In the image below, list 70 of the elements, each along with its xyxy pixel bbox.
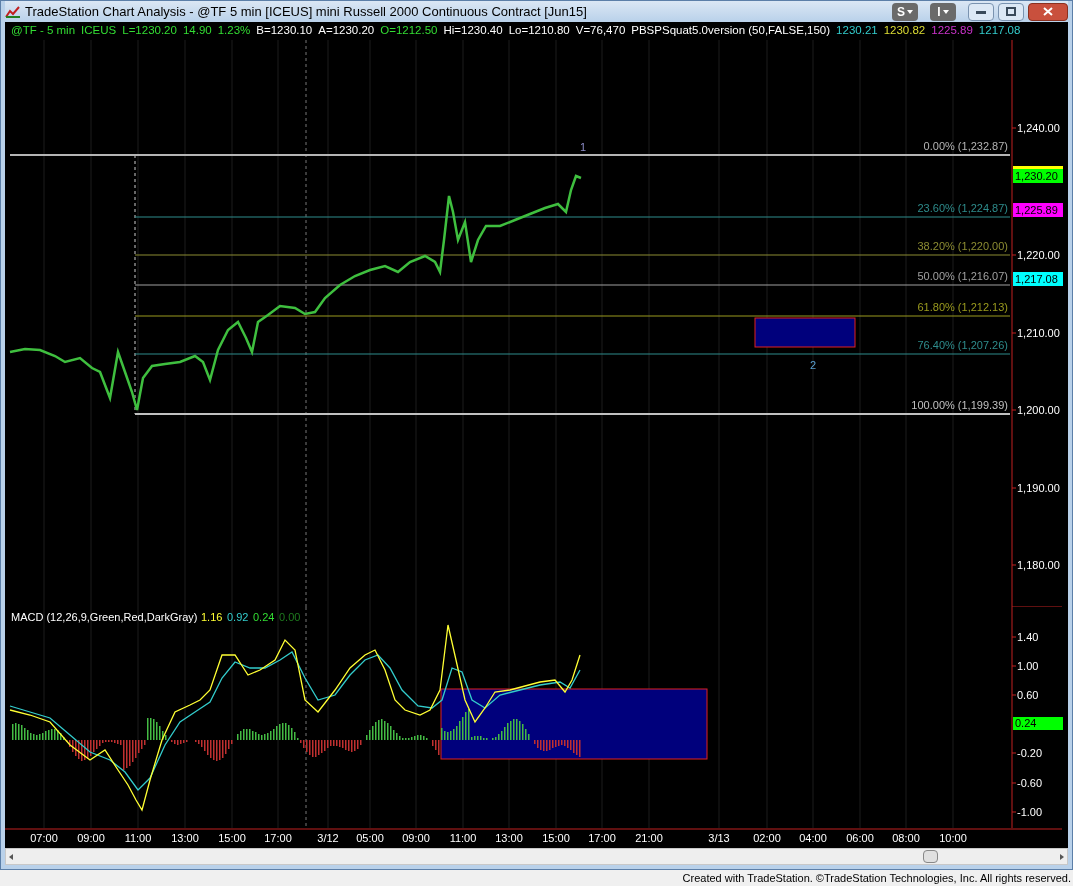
fibonacci-label: 50.00% (1,216.07)	[917, 270, 1008, 282]
wave-label: 2	[809, 359, 817, 371]
time-axis-label: 08:00	[892, 832, 920, 844]
time-axis-label: 3/13	[708, 832, 730, 844]
time-axis-label: 15:00	[218, 832, 246, 844]
quote-field: V=76,470	[575, 22, 626, 40]
time-axis-label: 21:00	[635, 832, 663, 844]
dropdown-menu-button[interactable]: S	[892, 2, 918, 21]
quote-field: PBSPSquat5.0version (50,FALSE,150)	[631, 22, 831, 40]
time-axis-label: 3/12	[317, 832, 339, 844]
indicator-value: 0.24	[253, 611, 275, 623]
copyright-footer: Created with TradeStation. ©TradeStation Technologies, Inc. All rights reserved.	[682, 870, 1071, 886]
dropdown-menu-button[interactable]: I	[930, 2, 956, 21]
time-axis-label: 09:00	[77, 832, 105, 844]
quote-field: 1225.89	[931, 22, 973, 40]
macd-axis-label: 0.60	[1017, 689, 1039, 701]
quote-field: 1230.82	[883, 22, 926, 40]
indicator-value: 1.16	[201, 611, 223, 623]
indicator-title: MACD (12,26,9,Green,Red,DarkGray)	[11, 611, 198, 623]
quote-field: @TF - 5 min	[11, 22, 76, 40]
time-axis-label: 13:00	[171, 832, 199, 844]
time-axis-label: 06:00	[846, 832, 874, 844]
quote-field: L=1230.20	[122, 22, 177, 40]
time-axis-label: 15:00	[542, 832, 570, 844]
quote-field: 1217.08	[978, 22, 1021, 40]
price-marker-label: 1,225.89	[1015, 204, 1058, 216]
price-axis-label: 1,180.00	[1017, 559, 1060, 571]
time-axis-label: 17:00	[588, 832, 616, 844]
quote-field: A=1230.20	[318, 22, 375, 40]
macd-axis-label: -0.60	[1017, 777, 1043, 789]
price-marker-label: 1,217.08	[1015, 273, 1058, 285]
time-axis-label: 09:00	[402, 832, 430, 844]
time-axis-label: 11:00	[449, 832, 477, 844]
indicator-value: 0.00	[279, 611, 301, 623]
wave-label: 1	[579, 141, 587, 153]
quote-field: ICEUS	[81, 22, 117, 40]
time-axis-label: 05:00	[356, 832, 384, 844]
time-axis-label: 02:00	[753, 832, 781, 844]
fibonacci-label: 76.40% (1,207.26)	[917, 339, 1008, 351]
fibonacci-label: 38.20% (1,220.00)	[917, 240, 1008, 252]
quote-field: B=1230.10	[256, 22, 313, 40]
time-axis-label: 10:00	[939, 832, 967, 844]
price-axis-label: 1,200.00	[1017, 404, 1060, 416]
quote-field: 1230.21	[836, 22, 878, 40]
fibonacci-label: 0.00% (1,232.87)	[923, 140, 1008, 152]
indicator-value: 0.92	[227, 611, 249, 623]
time-axis-label: 13:00	[495, 832, 523, 844]
time-axis-label: 11:00	[124, 832, 152, 844]
quote-field: Lo=1210.80	[508, 22, 570, 40]
price-marker-label: 1,230.20	[1015, 170, 1058, 182]
time-axis-label: 17:00	[264, 832, 292, 844]
price-axis-label: 1,240.00	[1017, 122, 1060, 134]
fibonacci-label: 100.00% (1,199.39)	[911, 399, 1008, 411]
quote-field: 1.23%	[217, 22, 251, 40]
macd-axis-label: 1.00	[1017, 660, 1039, 672]
quote-field: Hi=1230.40	[443, 22, 503, 40]
macd-axis-label: -0.20	[1017, 747, 1043, 759]
quote-field: O=1212.50	[380, 22, 438, 40]
macd-axis-label: 1.40	[1017, 631, 1039, 643]
fibonacci-label: 61.80% (1,212.13)	[917, 301, 1008, 313]
macd-marker-label: 0.24	[1015, 717, 1037, 729]
macd-axis-label: -1.00	[1017, 806, 1043, 818]
price-axis-label: 1,220.00	[1017, 249, 1060, 261]
window-title: TradeStation Chart Analysis - @TF 5 min [ICEUS] mini Russell 2000 Continuous Contract [Jun15]	[25, 2, 587, 21]
price-axis-label: 1,190.00	[1017, 482, 1060, 494]
price-axis-label: 1,210.00	[1017, 327, 1060, 339]
fibonacci-label: 23.60% (1,224.87)	[917, 202, 1008, 214]
time-axis-label: 04:00	[799, 832, 827, 844]
time-axis-label: 07:00	[30, 832, 58, 844]
quote-field: 14.90	[182, 22, 212, 40]
